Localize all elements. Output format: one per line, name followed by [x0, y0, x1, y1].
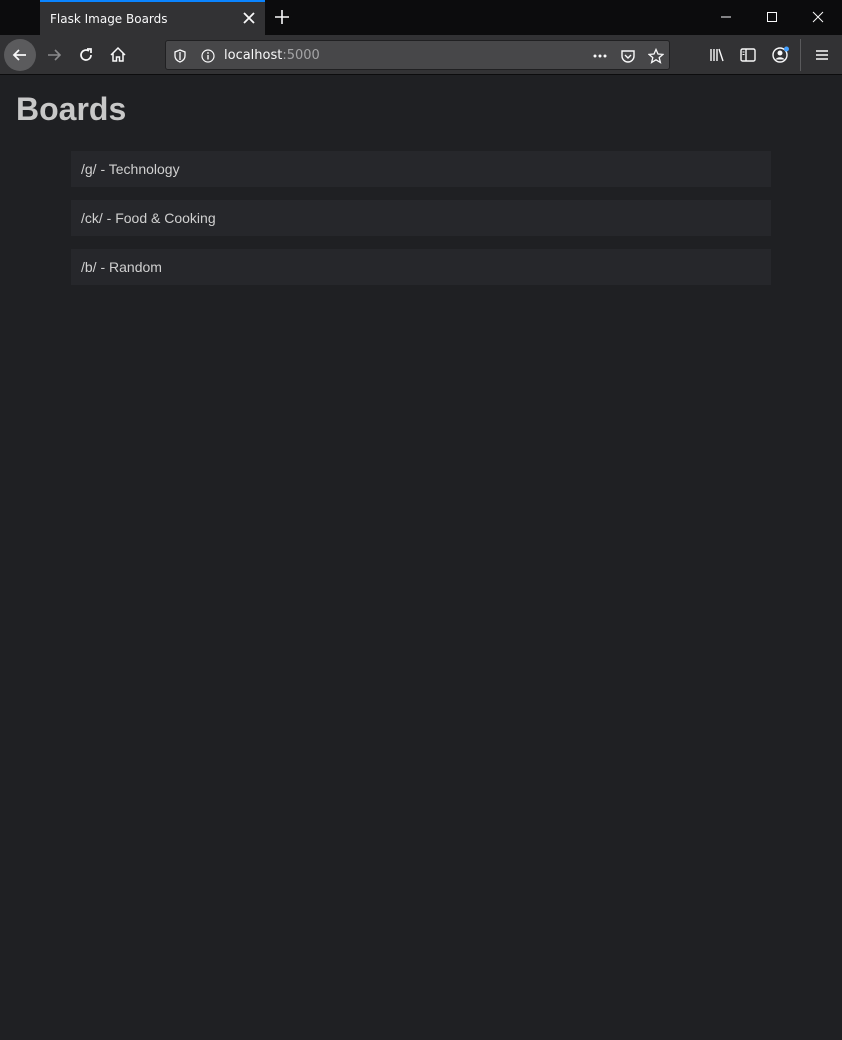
library-button[interactable] — [701, 39, 733, 71]
url-bar[interactable]: localhost:5000 — [165, 40, 670, 70]
url-port: :5000 — [282, 48, 320, 63]
sidebar-toggle-button[interactable] — [732, 39, 764, 71]
account-icon — [772, 46, 789, 63]
forward-button[interactable] — [38, 39, 70, 71]
board-link-random[interactable]: /b/ - Random — [71, 249, 771, 285]
back-arrow-icon — [12, 49, 26, 61]
reload-icon — [80, 48, 92, 61]
minimize-window-button[interactable] — [703, 0, 749, 34]
close-window-button[interactable] — [795, 0, 841, 34]
close-tab-icon[interactable] — [241, 10, 257, 26]
minimize-icon — [721, 16, 731, 18]
sidebar-icon — [740, 48, 756, 62]
forward-arrow-icon — [48, 49, 62, 61]
tab-title: Flask Image Boards — [50, 12, 168, 26]
board-link-food-cooking[interactable]: /ck/ - Food & Cooking — [71, 200, 771, 236]
page-title: Boards — [16, 91, 127, 127]
board-link-technology[interactable]: /g/ - Technology — [71, 151, 771, 187]
back-button[interactable] — [4, 39, 36, 71]
home-button[interactable] — [102, 39, 134, 71]
url-host: localhost — [224, 48, 283, 63]
toolbar-separator — [800, 39, 801, 71]
reload-button[interactable] — [70, 39, 102, 71]
page-content: Boards /g/ - Technology /ck/ - Food & Co… — [0, 76, 842, 1040]
site-info-icon[interactable] — [199, 47, 217, 65]
app-menu-button[interactable] — [806, 39, 838, 71]
tab-strip: Flask Image Boards — [0, 0, 842, 35]
navigation-toolbar: localhost:5000 — [0, 35, 842, 75]
pocket-icon[interactable] — [619, 47, 637, 65]
url-text[interactable]: localhost:5000 — [224, 48, 320, 63]
page-actions-icon[interactable] — [591, 47, 609, 65]
new-tab-icon[interactable] — [273, 8, 291, 26]
maximize-icon — [767, 12, 777, 22]
board-list: /g/ - Technology /ck/ - Food & Cooking /… — [71, 151, 771, 298]
account-button[interactable] — [765, 39, 797, 71]
library-icon — [710, 48, 724, 62]
maximize-window-button[interactable] — [749, 0, 795, 34]
home-icon — [110, 46, 126, 62]
bookmark-star-icon[interactable] — [647, 47, 665, 65]
hamburger-menu-icon — [816, 50, 828, 60]
tracking-protection-shield-icon[interactable] — [171, 47, 189, 65]
tab-active[interactable]: Flask Image Boards — [40, 0, 265, 35]
close-icon — [812, 11, 824, 23]
